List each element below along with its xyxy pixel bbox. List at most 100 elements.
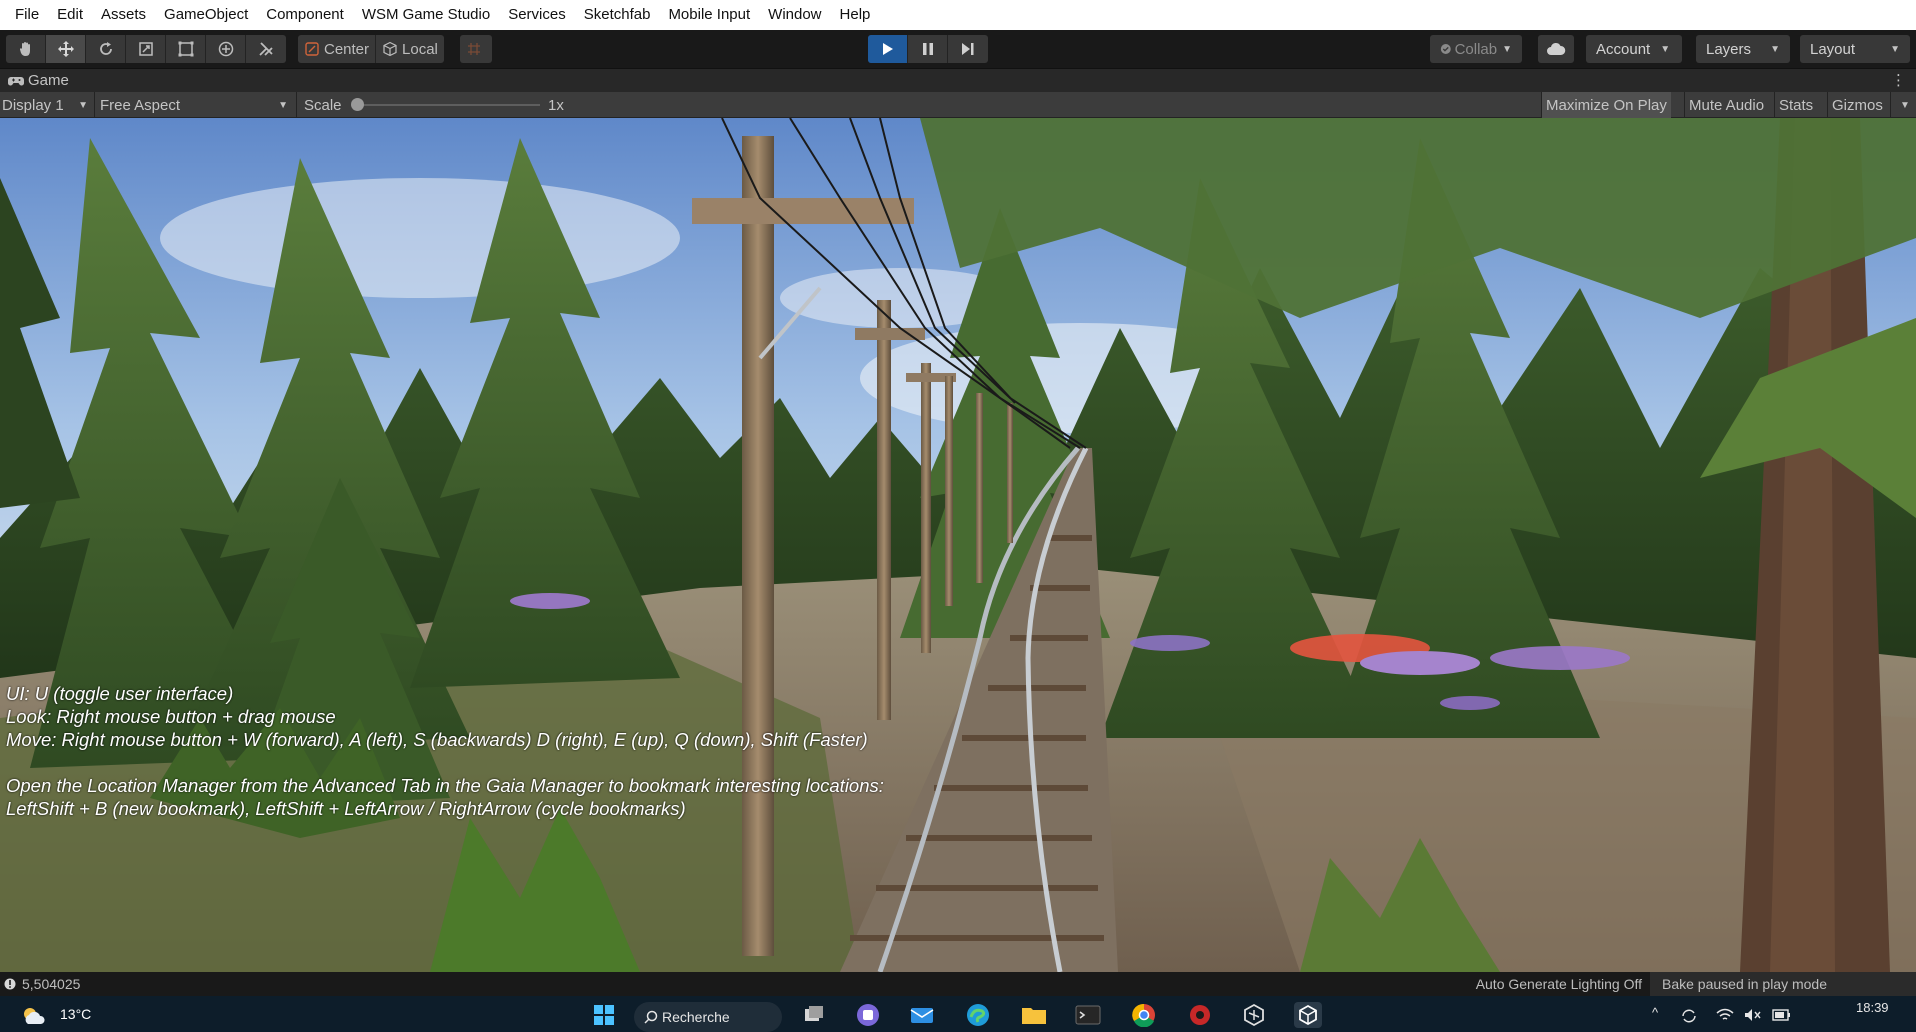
rect-transform-icon [178, 41, 193, 57]
scale-tool-button[interactable] [126, 35, 166, 63]
pivot-space-toggle[interactable]: Local [376, 35, 444, 63]
custom-tool-button[interactable] [246, 35, 286, 63]
rotate-tool-button[interactable] [86, 35, 126, 63]
menu-assets[interactable]: Assets [92, 0, 155, 30]
unity-editor-button[interactable] [1294, 1002, 1322, 1028]
collab-dropdown[interactable]: Collab ▼ [1430, 35, 1522, 63]
menu-file[interactable]: File [6, 0, 48, 30]
pause-button[interactable] [908, 35, 948, 63]
grid-snap-toggle[interactable] [460, 35, 492, 63]
maximize-on-play-toggle[interactable]: Maximize On Play [1542, 92, 1671, 118]
transform-tool-button[interactable] [206, 35, 246, 63]
taskbar-search[interactable]: Recherche [634, 1002, 782, 1032]
cube-icon [383, 41, 397, 57]
file-explorer-button[interactable] [1020, 1002, 1048, 1028]
windows-logo-icon [594, 1005, 614, 1025]
aspect-dropdown[interactable]: Free Aspect ▼ [98, 92, 292, 118]
gizmos-dropdown-arrow[interactable]: ▼ [1896, 92, 1914, 118]
tab-game[interactable]: Game [0, 69, 77, 92]
rotate-icon [99, 42, 112, 55]
layout-label: Layout [1810, 40, 1856, 58]
game-view-toolbar: Display 1 ▼ Free Aspect ▼ Scale 1x Maxim… [0, 92, 1916, 118]
menu-wsm-game-studio[interactable]: WSM Game Studio [353, 0, 499, 30]
menu-edit[interactable]: Edit [48, 0, 92, 30]
help-line-bookmarks: LeftShift + B (new bookmark), LeftShift … [6, 798, 686, 819]
app-red-button[interactable] [1186, 1002, 1214, 1028]
wrench-icon [259, 42, 273, 56]
chrome-button[interactable] [1130, 1002, 1158, 1028]
layers-label: Layers [1706, 40, 1752, 58]
edge-browser-button[interactable] [964, 1002, 992, 1028]
windows-start-button[interactable] [590, 1002, 618, 1028]
terminal-button[interactable] [1074, 1002, 1102, 1028]
display-dropdown[interactable]: Display 1 ▼ [0, 92, 92, 118]
stats-toggle[interactable]: Stats [1775, 92, 1817, 118]
check-icon [1440, 44, 1451, 54]
bake-status: Bake paused in play mode [1650, 972, 1916, 996]
layout-dropdown[interactable]: Layout ▼ [1800, 35, 1910, 63]
scale-slider-knob[interactable] [351, 98, 364, 111]
search-label: Recherche [662, 1009, 730, 1025]
windows-taskbar: 13°C Recherche ^ 18:39 [0, 996, 1916, 1032]
layers-dropdown[interactable]: Layers ▼ [1696, 35, 1790, 63]
mute-audio-toggle[interactable]: Mute Audio [1685, 92, 1768, 118]
cloud-button[interactable] [1538, 35, 1574, 63]
unity-icon [1299, 1004, 1317, 1026]
aspect-label: Free Aspect [100, 96, 181, 114]
search-icon [644, 1010, 658, 1024]
pivot-space-label: Local [402, 40, 438, 58]
clock-time[interactable]: 18:39 [1856, 1000, 1889, 1015]
move-tool-button[interactable] [46, 35, 86, 63]
tab-menu-icon[interactable]: ⋮ [1891, 71, 1906, 89]
main-toolbar: Center Local Collab ▼ Account ▼ Layers ▼… [0, 30, 1916, 68]
speaker-muted-icon[interactable] [1744, 1008, 1762, 1022]
pivot-toggles: Center Local [298, 35, 444, 63]
hand-tool-button[interactable] [6, 35, 46, 63]
task-view-button[interactable] [800, 1002, 828, 1028]
unity-hub-icon [1244, 1003, 1264, 1027]
scale-slider-track[interactable] [355, 104, 540, 106]
lighting-status[interactable]: Auto Generate Lighting Off [1476, 976, 1642, 992]
rect-tool-button[interactable] [166, 35, 206, 63]
menu-gameobject[interactable]: GameObject [155, 0, 257, 30]
folder-icon [1022, 1008, 1046, 1024]
menu-services[interactable]: Services [499, 0, 575, 30]
battery-icon[interactable] [1772, 1008, 1792, 1022]
forest-railway-scene [0, 118, 1916, 972]
gear-red-icon [1190, 1005, 1210, 1025]
menu-help[interactable]: Help [831, 0, 880, 30]
task-view-icon [805, 1006, 823, 1021]
scale-value: 1x [548, 96, 564, 114]
menu-sketchfab[interactable]: Sketchfab [575, 0, 660, 30]
console-status[interactable]: 5,504025 [4, 976, 80, 992]
play-button[interactable] [868, 35, 908, 63]
edge-icon [967, 1004, 989, 1026]
move-icon [57, 41, 74, 57]
wifi-icon[interactable] [1716, 1008, 1734, 1022]
info-icon [4, 978, 16, 990]
gizmos-toggle[interactable]: Gizmos [1828, 92, 1887, 118]
unity-hub-button[interactable] [1240, 1002, 1268, 1028]
scale-label: Scale [304, 96, 342, 114]
tray-chevron-icon[interactable]: ^ [1652, 1005, 1658, 1020]
menu-component[interactable]: Component [257, 0, 353, 30]
game-tab-bar: Game ⋮ [0, 68, 1916, 92]
game-viewport[interactable]: UI: U (toggle user interface) Look: Righ… [0, 118, 1916, 972]
pivot-center-icon [305, 42, 319, 56]
account-dropdown[interactable]: Account ▼ [1586, 35, 1682, 63]
teams-button[interactable] [854, 1002, 882, 1028]
tab-game-label: Game [28, 72, 69, 89]
cloud-icon [1547, 42, 1566, 55]
grid-snap-icon [468, 43, 480, 55]
menu-window[interactable]: Window [759, 0, 830, 30]
chrome-icon [1132, 1003, 1155, 1027]
weather-widget[interactable]: 13°C [20, 1002, 91, 1026]
play-controls [868, 35, 988, 63]
display-label: Display 1 [2, 96, 64, 114]
mail-button[interactable] [908, 1002, 936, 1028]
step-button[interactable] [948, 35, 988, 63]
pivot-center-toggle[interactable]: Center [298, 35, 377, 63]
sync-icon[interactable] [1680, 1008, 1698, 1024]
menu-mobile-input[interactable]: Mobile Input [659, 0, 759, 30]
play-icon [882, 43, 893, 55]
